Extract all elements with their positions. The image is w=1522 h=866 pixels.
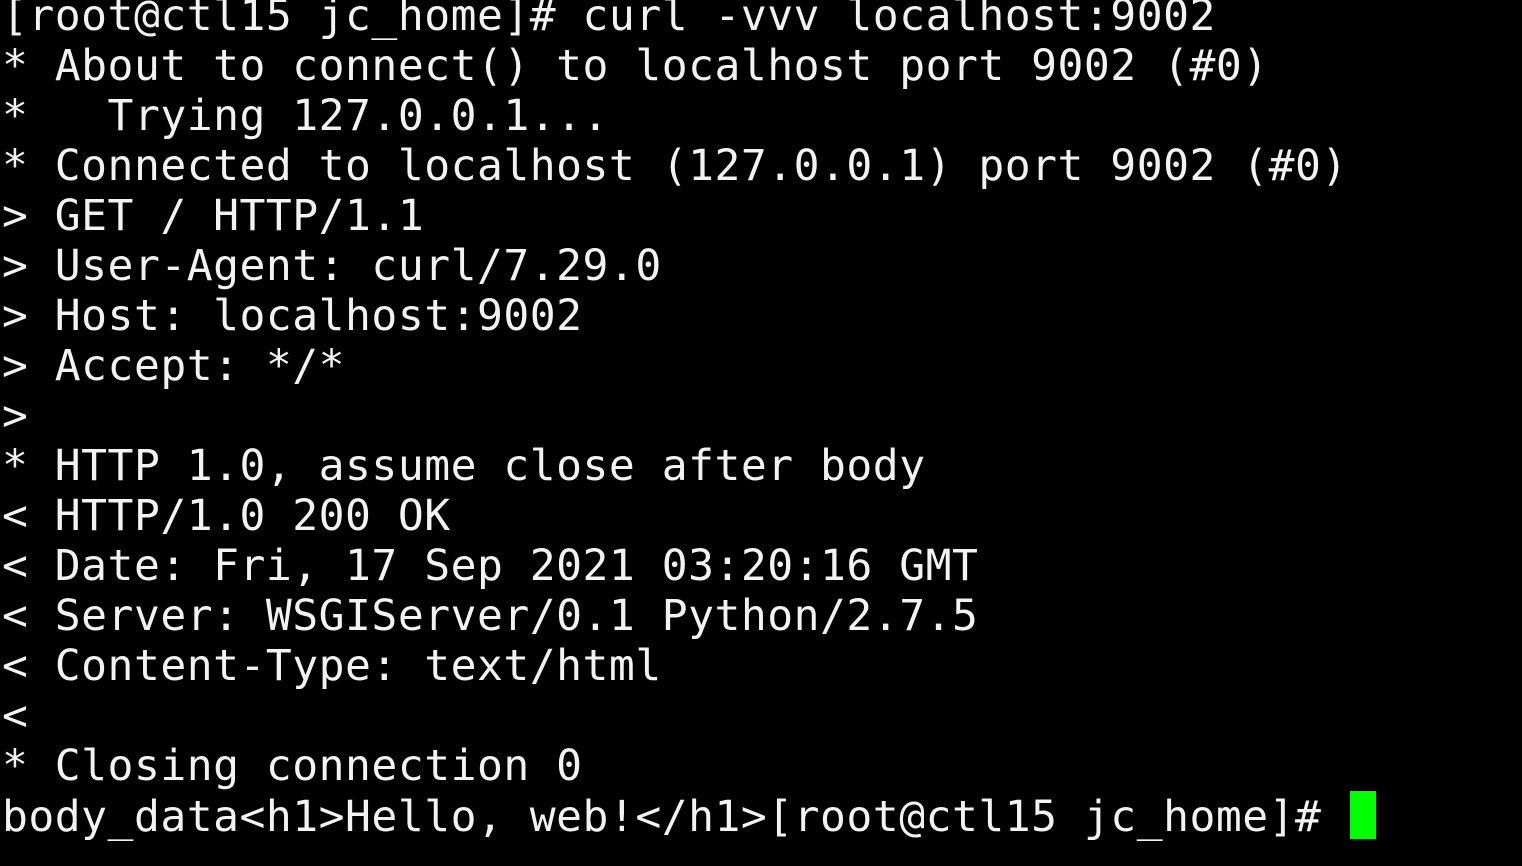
- terminal-line-connected: * Connected to localhost (127.0.0.1) por…: [2, 141, 1348, 191]
- terminal-line-http-info: * HTTP 1.0, assume close after body: [2, 441, 926, 491]
- terminal-prompt-line[interactable]: body_data<h1>Hello, web!</h1>[root@ctl15…: [2, 791, 1522, 842]
- terminal-last-output: body_data<h1>Hello, web!</h1>[root@ctl15…: [2, 792, 1348, 842]
- terminal-line-content-type: < Content-Type: text/html: [2, 641, 662, 691]
- terminal-line-server: < Server: WSGIServer/0.1 Python/2.7.5: [2, 591, 979, 641]
- terminal-line-request-end: >: [2, 391, 29, 441]
- terminal-cursor: [1349, 791, 1376, 839]
- terminal-line-accept: > Accept: */*: [2, 341, 346, 391]
- terminal-window[interactable]: [root@ctl15 jc_home]# curl -vvv localhos…: [0, 0, 1522, 857]
- terminal-line-trying: * Trying 127.0.0.1...: [2, 91, 609, 141]
- terminal-line-command: [root@ctl15 jc_home]# curl -vvv localhos…: [2, 0, 1216, 41]
- terminal-line-closing: * Closing connection 0: [2, 741, 583, 791]
- terminal-line-host: > Host: localhost:9002: [2, 291, 583, 341]
- terminal-line-request: > GET / HTTP/1.1: [2, 191, 425, 241]
- terminal-line-connect: * About to connect() to localhost port 9…: [2, 41, 1269, 91]
- terminal-line-status: < HTTP/1.0 200 OK: [2, 491, 451, 541]
- terminal-line-response-end: <: [2, 691, 29, 741]
- terminal-line-user-agent: > User-Agent: curl/7.29.0: [2, 241, 662, 291]
- terminal-line-date: < Date: Fri, 17 Sep 2021 03:20:16 GMT: [2, 541, 979, 591]
